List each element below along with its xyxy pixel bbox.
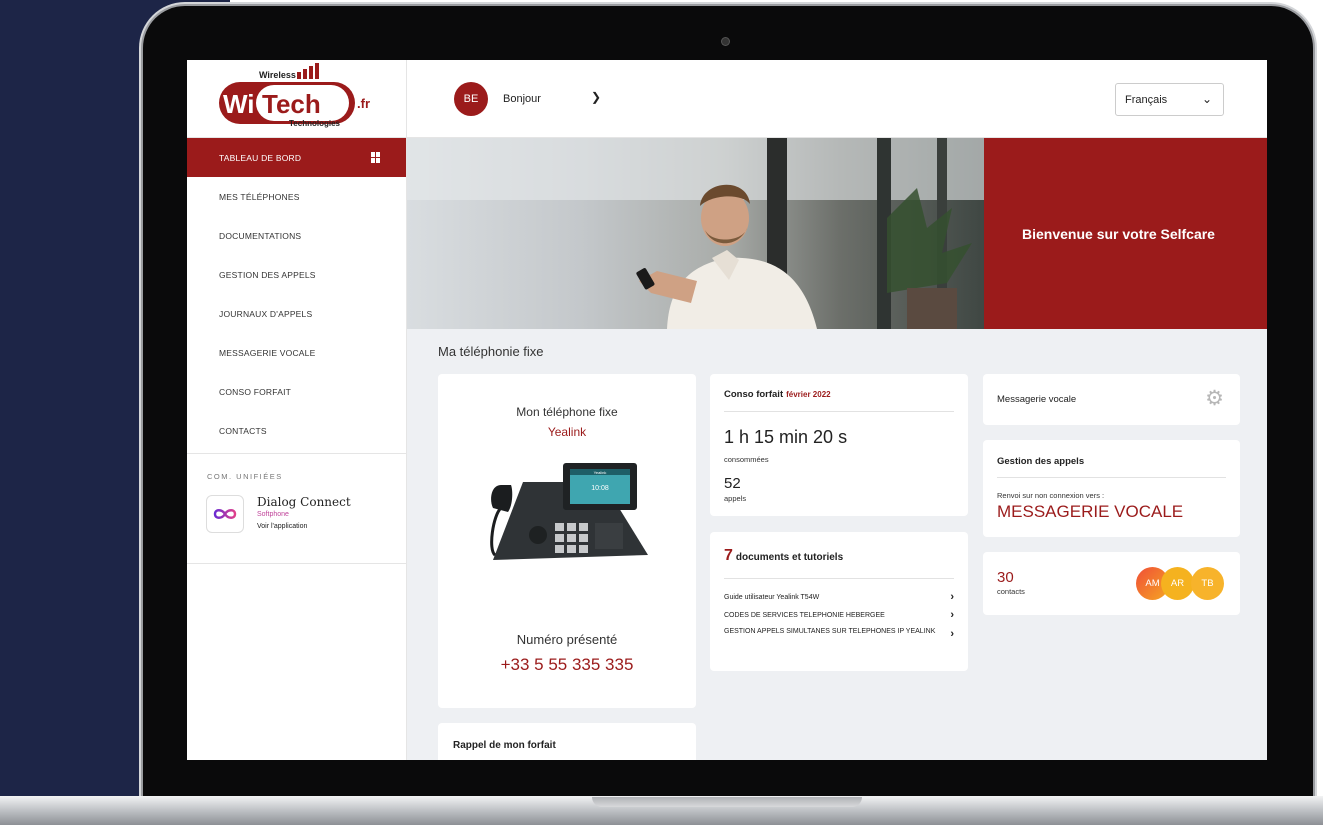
plan-reminder-title: Rappel de mon forfait — [453, 740, 556, 751]
top-bar: BE Bonjour ❯ Français ⌄ — [407, 60, 1267, 138]
consumption-month: février 2022 — [786, 390, 831, 399]
call-management-title: Gestion des appels — [997, 456, 1085, 467]
sidebar-item-label: CONTACTS — [219, 425, 267, 436]
welcome-title: Bienvenue sur votre Selfcare — [1022, 226, 1215, 242]
dashboard-grid-icon — [371, 152, 382, 163]
documents-count: 7 — [724, 547, 733, 564]
sidebar-item-messagerie-vocale[interactable]: MESSAGERIE VOCALE — [187, 333, 406, 372]
app-type: Softphone — [257, 511, 289, 518]
sidebar-item-label: CONSO FORFAIT — [219, 386, 292, 397]
voicemail-title: Messagerie vocale — [997, 394, 1077, 405]
sidebar-item-journaux-d-appels[interactable]: JOURNAUX D'APPELS — [187, 294, 406, 333]
infinity-icon — [206, 495, 244, 533]
chevron-down-icon: ⌄ — [1201, 92, 1212, 106]
chevron-down-icon[interactable]: ❯ — [591, 90, 601, 104]
sidebar-item-label: TABLEAU DE BORD — [219, 152, 302, 163]
section-title: Ma téléphonie fixe — [438, 344, 544, 359]
desk-phone-image: Yealink 10:08 — [490, 463, 648, 560]
chevron-right-icon: › — [950, 591, 954, 603]
svg-text:Wi: Wi — [223, 89, 255, 119]
sidebar-item-conso-forfait[interactable]: CONSO FORFAIT — [187, 372, 406, 411]
forwarding-label: Renvoi sur non connexion vers : — [997, 491, 1105, 500]
welcome-banner-photo — [407, 138, 984, 329]
sidebar-item-label: DOCUMENTATIONS — [219, 230, 302, 241]
plan-reminder-card[interactable]: Rappel de mon forfait — [438, 723, 696, 760]
phone-screen-time: 10:08 — [591, 485, 609, 492]
contact-avatar[interactable]: AR — [1161, 567, 1194, 600]
sidebar-item-contacts[interactable]: CONTACTS — [187, 411, 406, 450]
chevron-right-icon: › — [950, 609, 954, 621]
brand-top-text: Wireless — [259, 70, 296, 80]
svg-text:Tech: Tech — [262, 89, 321, 119]
contacts-label: contacts — [997, 587, 1025, 596]
document-link[interactable]: CODES DE SERVICES TELEPHONIE HEBERGEE › — [724, 610, 954, 621]
witech-logo: Wireless Wi Tech .fr Technologies — [219, 63, 370, 128]
documents-title-text: documents et tutoriels — [735, 552, 844, 563]
sidebar: TABLEAU DE BORD MES TÉLÉPHONES DOCUMENTA… — [187, 138, 407, 760]
documents-card[interactable]: 7 documents et tutoriels Guide utilisateu… — [710, 532, 968, 671]
app-screen: Wireless Wi Tech .fr Technologies BE Bon… — [187, 60, 1267, 760]
contact-avatar[interactable]: TB — [1191, 567, 1224, 600]
sidebar-item-gestion-des-appels[interactable]: GESTION DES APPELS — [187, 255, 406, 294]
sidebar-item-label: GESTION DES APPELS — [219, 269, 316, 280]
chevron-right-icon: › — [950, 628, 954, 640]
divider — [724, 578, 954, 579]
call-management-card[interactable]: Gestion des appels Renvoi sur non connex… — [983, 440, 1240, 537]
consumption-title-text: Conso forfait — [724, 389, 784, 400]
gear-icon[interactable]: ⚙ — [1205, 388, 1224, 409]
consumption-card[interactable]: Conso forfait février 2022 1 h 15 min 20 … — [710, 374, 968, 516]
view-app-link[interactable]: Voir l'application — [257, 523, 307, 530]
user-avatar[interactable]: BE — [454, 82, 488, 116]
document-link[interactable]: GESTION APPELS SIMULTANES SUR TELEPHONES… — [724, 628, 954, 640]
sidebar-item-tableau-de-bord[interactable]: TABLEAU DE BORD — [187, 138, 406, 177]
phone-title: Mon téléphone fixe — [516, 405, 618, 419]
user-greeting[interactable]: Bonjour — [503, 93, 541, 105]
language-select[interactable]: Français ⌄ — [1115, 83, 1224, 116]
document-link-label: GESTION APPELS SIMULTANES SUR TELEPHONES… — [724, 628, 936, 635]
app-name: Dialog Connect — [257, 495, 351, 509]
brand-suffix: .fr — [357, 96, 370, 111]
presented-number: +33 5 55 335 335 — [500, 655, 634, 674]
voicemail-card[interactable]: Messagerie vocale ⚙ — [983, 374, 1240, 425]
divider — [724, 411, 954, 412]
document-link-label: Guide utilisateur Yealink T54W — [724, 594, 820, 601]
document-link-label: CODES DE SERVICES TELEPHONIE HEBERGEE — [724, 612, 885, 619]
consumption-time: 1 h 15 min 20 s — [724, 427, 848, 447]
language-selected: Français — [1125, 94, 1168, 106]
forwarding-target: MESSAGERIE VOCALE — [997, 502, 1184, 521]
com-unifiees-heading: COM. UNIFIÉES — [207, 472, 283, 481]
presented-number-label: Numéro présenté — [516, 632, 618, 647]
dialog-connect-app[interactable]: Dialog Connect Softphone Voir l'applicat… — [187, 481, 406, 564]
contacts-card[interactable]: 30 contacts AM AR TB — [983, 552, 1240, 615]
sidebar-item-documentations[interactable]: DOCUMENTATIONS — [187, 216, 406, 255]
sidebar-item-label: MESSAGERIE VOCALE — [219, 347, 316, 358]
phone-brand: Yealink — [547, 425, 587, 439]
banner-photo-illustration — [407, 138, 984, 329]
laptop-hinge-notch — [592, 797, 862, 807]
brand-logo[interactable]: Wireless Wi Tech .fr Technologies — [187, 60, 407, 138]
consumption-title: Conso forfait février 2022 — [724, 389, 831, 400]
calls-count: 52 — [724, 475, 741, 492]
divider — [997, 477, 1226, 478]
sidebar-item-label: MES TÉLÉPHONES — [219, 191, 300, 202]
sidebar-item-label: JOURNAUX D'APPELS — [219, 308, 313, 319]
documents-title: 7 documents et tutoriels — [724, 547, 843, 565]
phone-card[interactable]: Mon téléphone fixe Yealink Yealink 10:08… — [438, 374, 696, 708]
webcam — [722, 38, 729, 45]
welcome-banner: Bienvenue sur votre Selfcare — [984, 138, 1267, 329]
document-link[interactable]: Guide utilisateur Yealink T54W › — [724, 592, 954, 603]
phone-screen-brand: Yealink — [594, 470, 607, 475]
consumption-time-label: consommées — [724, 455, 769, 464]
brand-bottom-text: Technologies — [289, 119, 341, 128]
calls-count-label: appels — [724, 494, 747, 503]
sidebar-item-mes-telephones[interactable]: MES TÉLÉPHONES — [187, 177, 406, 216]
contacts-count: 30 — [997, 569, 1014, 586]
